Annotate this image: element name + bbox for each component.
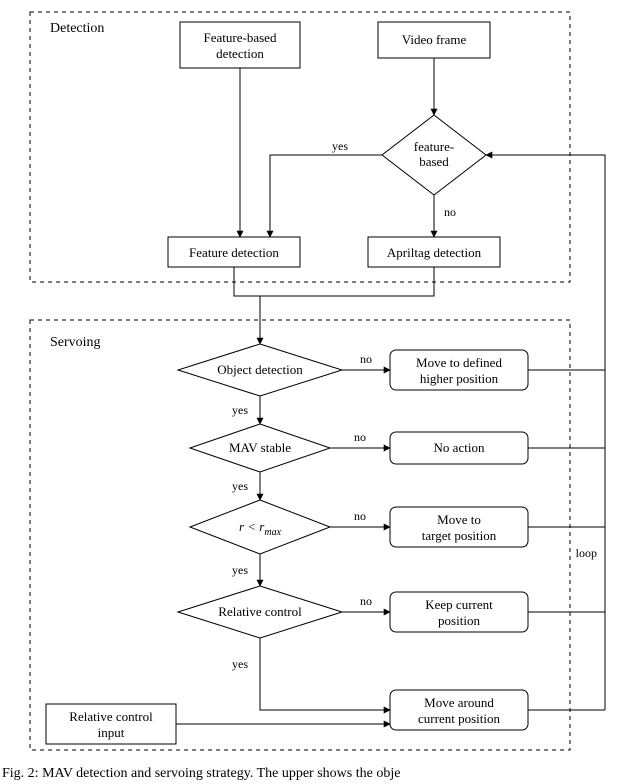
svg-text:Move around: Move around xyxy=(424,695,494,710)
svg-text:no: no xyxy=(354,430,366,444)
svg-text:current position: current position xyxy=(418,711,500,726)
svg-text:Relative control: Relative control xyxy=(69,709,153,724)
svg-text:no: no xyxy=(354,509,366,523)
relative-control-input-box: Relative control input xyxy=(46,704,176,744)
svg-text:position: position xyxy=(438,613,480,628)
svg-text:higher position: higher position xyxy=(420,371,499,386)
target-position-action: Move to target position xyxy=(390,507,528,547)
svg-text:yes: yes xyxy=(232,657,248,671)
svg-text:Apriltag detection: Apriltag detection xyxy=(387,245,482,260)
keep-position-action: Keep current position xyxy=(390,592,528,632)
arrow-yes-feature xyxy=(270,155,382,237)
svg-text:Relative control: Relative control xyxy=(218,604,302,619)
arrow xyxy=(260,638,390,710)
svg-text:detection: detection xyxy=(216,46,264,61)
svg-text:no: no xyxy=(360,594,372,608)
svg-text:yes: yes xyxy=(332,139,348,153)
svg-text:yes: yes xyxy=(232,563,248,577)
svg-text:Object detection: Object detection xyxy=(217,362,303,377)
figure-caption: Fig. 2: MAV detection and servoing strat… xyxy=(0,762,640,782)
feature-based-detection-box: Feature-based detection xyxy=(180,22,300,68)
servoing-title: Servoing xyxy=(50,335,101,350)
arrow-merge-left xyxy=(234,267,260,340)
higher-position-action: Move to defined higher position xyxy=(390,350,528,390)
loop-label: loop xyxy=(576,546,597,560)
mav-stable-decision: MAV stable xyxy=(190,424,330,472)
svg-text:Feature detection: Feature detection xyxy=(189,245,279,260)
feature-detection-box: Feature detection xyxy=(168,237,300,267)
svg-text:No action: No action xyxy=(434,440,485,455)
video-frame-box: Video frame xyxy=(378,22,490,58)
svg-text:target position: target position xyxy=(422,528,497,543)
svg-text:yes: yes xyxy=(232,403,248,417)
svg-text:Move to defined: Move to defined xyxy=(416,355,502,370)
relative-control-decision: Relative control xyxy=(178,586,342,638)
svg-text:Keep current: Keep current xyxy=(425,597,493,612)
svg-text:Video frame: Video frame xyxy=(402,32,467,47)
no-action-action: No action xyxy=(390,432,528,464)
apriltag-detection-box: Apriltag detection xyxy=(368,237,500,267)
svg-text:Feature-based: Feature-based xyxy=(204,30,277,45)
svg-text:yes: yes xyxy=(232,479,248,493)
svg-text:feature-: feature- xyxy=(414,139,454,154)
svg-text:MAV stable: MAV stable xyxy=(229,440,291,455)
detection-title: Detection xyxy=(50,21,104,36)
svg-text:no: no xyxy=(360,352,372,366)
r-lt-rmax-decision: r < rmax xyxy=(190,500,330,554)
move-around-action: Move around current position xyxy=(390,690,528,730)
svg-text:based: based xyxy=(419,154,449,169)
svg-text:no: no xyxy=(444,205,456,219)
object-detection-decision: Object detection xyxy=(178,344,342,396)
svg-text:Move to: Move to xyxy=(437,512,481,527)
feature-based-decision: feature- based xyxy=(382,115,486,195)
svg-text:input: input xyxy=(98,725,125,740)
